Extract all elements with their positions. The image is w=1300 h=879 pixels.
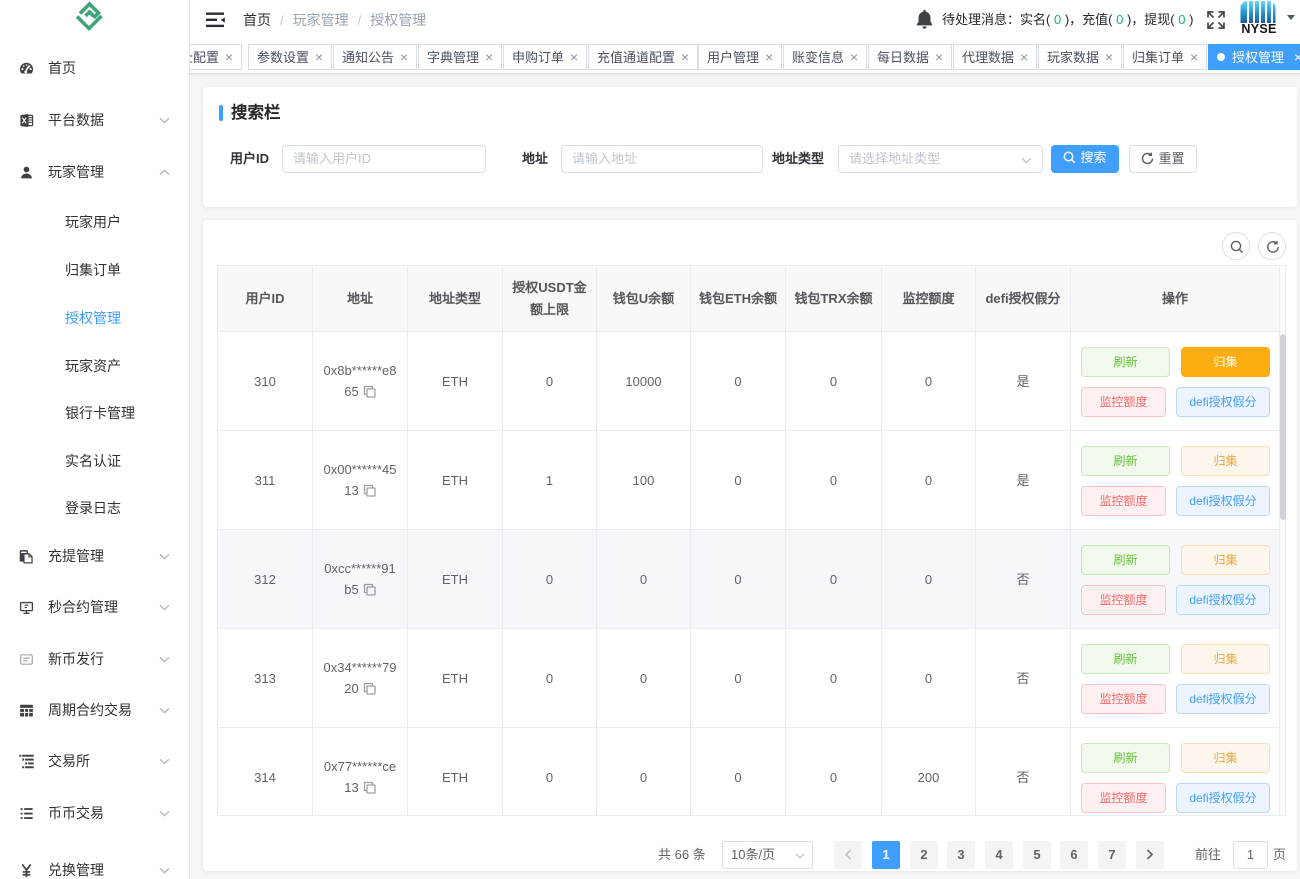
svg-text:NYSE: NYSE (1241, 22, 1276, 34)
